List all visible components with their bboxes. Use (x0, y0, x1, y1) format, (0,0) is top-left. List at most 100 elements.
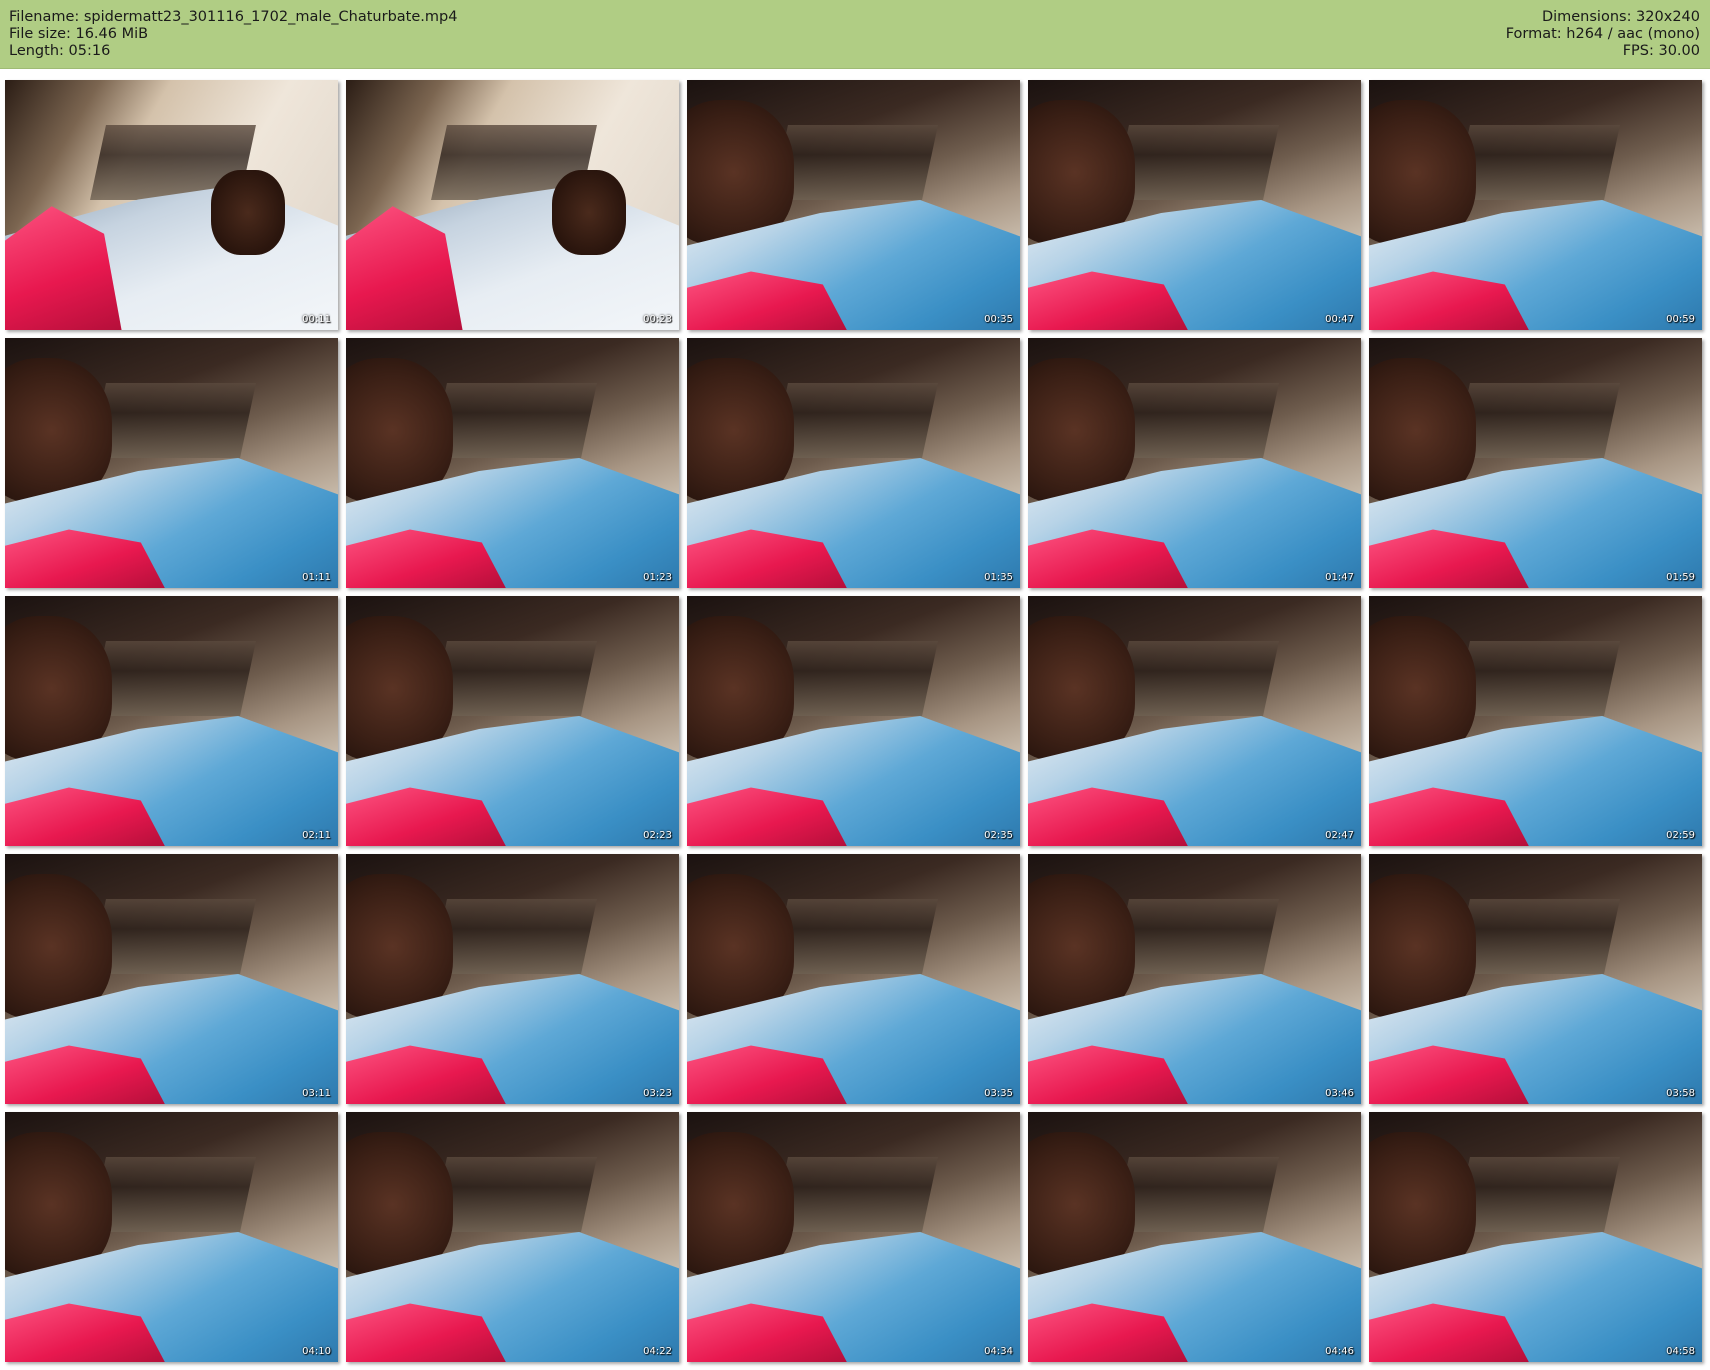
frame-detail (1028, 358, 1135, 503)
video-thumbnail[interactable]: 02:35 (687, 596, 1020, 846)
video-thumbnail[interactable]: 03:35 (687, 854, 1020, 1104)
thumbnail-timestamp: 03:11 (302, 1088, 331, 1099)
video-thumbnail[interactable]: 02:23 (346, 596, 679, 846)
thumbnail-timestamp: 02:59 (1666, 830, 1695, 841)
video-thumbnail[interactable]: 04:34 (687, 1112, 1020, 1362)
video-thumbnail[interactable]: 00:11 (5, 80, 338, 330)
thumbnail-timestamp: 03:23 (643, 1088, 672, 1099)
frame-detail (1028, 874, 1135, 1019)
thumbnail-timestamp: 03:58 (1666, 1088, 1695, 1099)
frame-detail (1113, 383, 1280, 458)
thumbnail-timestamp: 01:11 (302, 572, 331, 583)
frame-detail (687, 358, 794, 503)
frame-detail (1369, 358, 1476, 503)
video-thumbnail[interactable]: 03:46 (1028, 854, 1361, 1104)
frame-detail (1113, 899, 1280, 974)
frame-detail (346, 874, 453, 1019)
video-thumbnail[interactable]: 03:58 (1369, 854, 1702, 1104)
frame-detail (1454, 125, 1621, 200)
frame-detail (5, 358, 112, 503)
thumbnail-timestamp: 02:35 (984, 830, 1013, 841)
length-text: Length: 05:16 (9, 43, 111, 59)
thumbnail-timestamp: 02:23 (643, 830, 672, 841)
frame-detail (552, 170, 626, 255)
thumbnail-timestamp: 04:22 (643, 1346, 672, 1357)
thumbnail-timestamp: 04:46 (1325, 1346, 1354, 1357)
frame-detail (1028, 100, 1135, 245)
frame-detail (346, 616, 453, 761)
thumbnail-timestamp: 04:10 (302, 1346, 331, 1357)
info-header: Filename: spidermatt23_301116_1702_male_… (0, 0, 1710, 69)
thumbnail-timestamp: 04:58 (1666, 1346, 1695, 1357)
frame-detail (1113, 641, 1280, 716)
video-thumbnail[interactable]: 04:58 (1369, 1112, 1702, 1362)
frame-detail (687, 1132, 794, 1277)
thumbnail-timestamp: 01:35 (984, 572, 1013, 583)
frame-detail (772, 1157, 939, 1232)
frame-detail (90, 641, 257, 716)
thumbnail-timestamp: 03:35 (984, 1088, 1013, 1099)
video-thumbnail[interactable]: 03:23 (346, 854, 679, 1104)
frame-detail (772, 899, 939, 974)
thumbnail-timestamp: 01:23 (643, 572, 672, 583)
frame-detail (1454, 899, 1621, 974)
filesize-text: File size: 16.46 MiB (9, 26, 149, 42)
frame-detail (1454, 383, 1621, 458)
frame-detail (687, 874, 794, 1019)
thumbnail-timestamp: 02:11 (302, 830, 331, 841)
video-thumbnail[interactable]: 01:35 (687, 338, 1020, 588)
thumbnail-timestamp: 00:35 (984, 314, 1013, 325)
frame-detail (772, 125, 939, 200)
video-thumbnail[interactable]: 00:47 (1028, 80, 1361, 330)
frame-detail (1028, 1132, 1135, 1277)
frame-detail (346, 1132, 453, 1277)
thumbnail-timestamp: 00:23 (643, 314, 672, 325)
frame-detail (90, 383, 257, 458)
thumbnail-timestamp: 00:47 (1325, 314, 1354, 325)
fps-text: FPS: 30.00 (1622, 43, 1700, 59)
video-thumbnail[interactable]: 02:59 (1369, 596, 1702, 846)
frame-detail (211, 170, 285, 255)
video-thumbnail[interactable]: 04:46 (1028, 1112, 1361, 1362)
video-thumbnail[interactable]: 01:11 (5, 338, 338, 588)
frame-detail (431, 641, 598, 716)
video-thumbnail[interactable]: 01:47 (1028, 338, 1361, 588)
thumbnail-timestamp: 02:47 (1325, 830, 1354, 841)
video-thumbnail[interactable]: 00:23 (346, 80, 679, 330)
frame-detail (1113, 125, 1280, 200)
dimensions-text: Dimensions: 320x240 (1541, 9, 1700, 25)
filename-text: Filename: spidermatt23_301116_1702_male_… (9, 9, 458, 25)
frame-detail (431, 899, 598, 974)
frame-detail (1369, 874, 1476, 1019)
format-text: Format: h264 / aac (mono) (1505, 26, 1700, 42)
thumbnail-timestamp: 01:47 (1325, 572, 1354, 583)
frame-detail (90, 1157, 257, 1232)
frame-detail (346, 358, 453, 503)
thumbnail-timestamp: 01:59 (1666, 572, 1695, 583)
video-thumbnail[interactable]: 00:59 (1369, 80, 1702, 330)
thumbnail-timestamp: 03:46 (1325, 1088, 1354, 1099)
video-thumbnail[interactable]: 02:47 (1028, 596, 1361, 846)
frame-detail (5, 874, 112, 1019)
frame-detail (1369, 100, 1476, 245)
video-thumbnail[interactable]: 04:22 (346, 1112, 679, 1362)
frame-detail (772, 641, 939, 716)
file-info: Filename: spidermatt23_301116_1702_male_… (9, 9, 457, 60)
frame-detail (1369, 616, 1476, 761)
video-thumbnail[interactable]: 00:35 (687, 80, 1020, 330)
thumbnail-timestamp: 04:34 (984, 1346, 1013, 1357)
frame-detail (687, 616, 794, 761)
video-thumbnail[interactable]: 01:23 (346, 338, 679, 588)
frame-detail (1028, 616, 1135, 761)
frame-detail (1369, 1132, 1476, 1277)
video-info: Dimensions: 320x240 Format: h264 / aac (… (1506, 9, 1700, 60)
thumbnail-timestamp: 00:59 (1666, 314, 1695, 325)
thumbnail-timestamp: 00:11 (302, 314, 331, 325)
frame-detail (90, 899, 257, 974)
video-thumbnail[interactable]: 01:59 (1369, 338, 1702, 588)
video-thumbnail[interactable]: 03:11 (5, 854, 338, 1104)
video-thumbnail[interactable]: 04:10 (5, 1112, 338, 1362)
video-thumbnail[interactable]: 02:11 (5, 596, 338, 846)
thumbnail-grid: 00:11 00:23 00:35 00:47 00:59 01:11 01:23 01:35… (5, 80, 1702, 1362)
frame-detail (1113, 1157, 1280, 1232)
